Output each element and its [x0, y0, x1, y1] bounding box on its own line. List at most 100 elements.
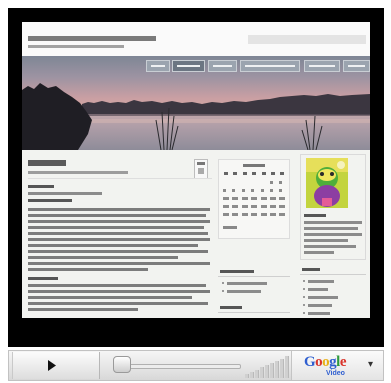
calendar-day-blurred [223, 205, 229, 208]
volume-level-bar [265, 365, 269, 378]
post-date-badge [194, 159, 208, 179]
widget-heading-blurred [220, 306, 242, 309]
blurred-text-line [28, 238, 210, 241]
list-bullet [303, 280, 305, 282]
calendar-day-blurred [232, 189, 236, 192]
blurred-text-line [28, 199, 72, 202]
widget-divider [300, 274, 366, 275]
blurred-text-line [304, 221, 362, 224]
blurred-text-line [28, 308, 138, 311]
google-wordmark: Google [304, 354, 347, 370]
blurred-text-line [28, 284, 206, 287]
wordmark-letter: e [339, 354, 347, 370]
wordmark-letter: G [304, 354, 316, 370]
post-meta-blurred [28, 171, 128, 174]
calendar-day-blurred [223, 189, 226, 192]
calendar-day-blurred [279, 205, 286, 208]
calendar-day-blurred [251, 189, 255, 192]
video-frame[interactable] [8, 8, 384, 347]
calendar-weekday-blurred [261, 172, 266, 175]
volume-level-bar [280, 358, 284, 378]
nav-tab-label [309, 65, 335, 67]
blurred-text-line [28, 256, 178, 259]
calendar-weekday-blurred [280, 172, 285, 175]
blurred-text-line [304, 214, 326, 217]
blurred-text-line [227, 282, 267, 285]
volume-level-bar [250, 371, 254, 378]
blurred-text-line [28, 277, 58, 280]
blurred-text-line [304, 227, 358, 230]
calendar-day-blurred [223, 213, 229, 216]
widget-heading-blurred [220, 270, 254, 273]
calendar-day-blurred [279, 189, 283, 192]
post-title-blurred [28, 160, 66, 166]
calendar-day-blurred [251, 213, 258, 216]
calendar-day-blurred [251, 197, 258, 200]
volume-level-bar [260, 367, 264, 378]
nav-tab-label [348, 65, 365, 67]
play-icon [48, 360, 56, 371]
calendar-day-blurred [260, 189, 264, 192]
calendar-weekday-blurred [224, 172, 228, 175]
volume-icon[interactable] [245, 354, 289, 378]
blurred-text-line [227, 290, 261, 293]
blurred-text-line [28, 220, 210, 223]
blurred-text-line [304, 239, 348, 242]
player-control-bar: Google Video ▾ [8, 350, 384, 381]
blurred-text-line [28, 296, 192, 299]
calendar-day-blurred [241, 213, 248, 216]
calendar-day-blurred [270, 205, 276, 208]
video-wordmark: Video [326, 370, 345, 377]
blurred-text-line [308, 296, 338, 299]
calendar-day-blurred [241, 197, 248, 200]
calendar-day-blurred [260, 197, 267, 200]
calendar-month-blurred [243, 164, 265, 167]
calendar-prev-month-blurred [223, 226, 237, 229]
nav-tab [240, 60, 300, 72]
blurred-text-line [28, 208, 210, 211]
calendar-day-blurred [270, 181, 273, 184]
blurred-text-line [28, 232, 208, 235]
widget-divider [218, 276, 290, 277]
list-bullet [303, 296, 305, 298]
nav-tab-label [177, 65, 200, 67]
blurred-text-line [28, 262, 210, 265]
volume-level-bar [285, 356, 289, 378]
blurred-text-line [308, 280, 334, 283]
nav-tab [304, 60, 340, 72]
calendar-weekday-blurred [233, 172, 238, 175]
avatar [306, 158, 348, 208]
nav-tab-label [245, 65, 295, 67]
chevron-down-icon: ▾ [368, 359, 374, 370]
google-video-menu-button[interactable]: Google Video ▾ [291, 351, 383, 380]
seek-track[interactable] [129, 364, 241, 369]
calendar-day-blurred [241, 189, 245, 192]
video-still-webpage [22, 22, 370, 318]
seek-thumb[interactable] [113, 356, 131, 373]
nav-tab [208, 60, 237, 72]
nav-tab-label [213, 65, 232, 67]
blurred-text-line [28, 244, 198, 247]
calendar-day-blurred [232, 205, 239, 208]
volume-level-bar [270, 363, 274, 378]
calendar-day-blurred [279, 213, 286, 216]
site-title-blurred [28, 36, 156, 41]
blurred-text-line [308, 304, 332, 307]
blurred-text-line [28, 302, 208, 305]
blurred-text-line [28, 250, 208, 253]
calendar-day-blurred [241, 205, 248, 208]
volume-level-bar [255, 369, 259, 378]
calendar-weekday-blurred [242, 172, 247, 175]
nav-tab-active [172, 60, 205, 72]
volume-level-bar [245, 374, 249, 378]
calendar-day-blurred [279, 181, 283, 184]
header-watermark-blurred [248, 35, 366, 44]
play-button[interactable] [12, 352, 100, 379]
list-bullet [303, 304, 305, 306]
date-badge-day-blurred [198, 168, 204, 174]
blurred-text-line [304, 251, 334, 254]
list-bullet [222, 282, 224, 284]
widget-divider [218, 312, 290, 313]
calendar-day-blurred [223, 197, 229, 200]
list-bullet [303, 312, 305, 314]
